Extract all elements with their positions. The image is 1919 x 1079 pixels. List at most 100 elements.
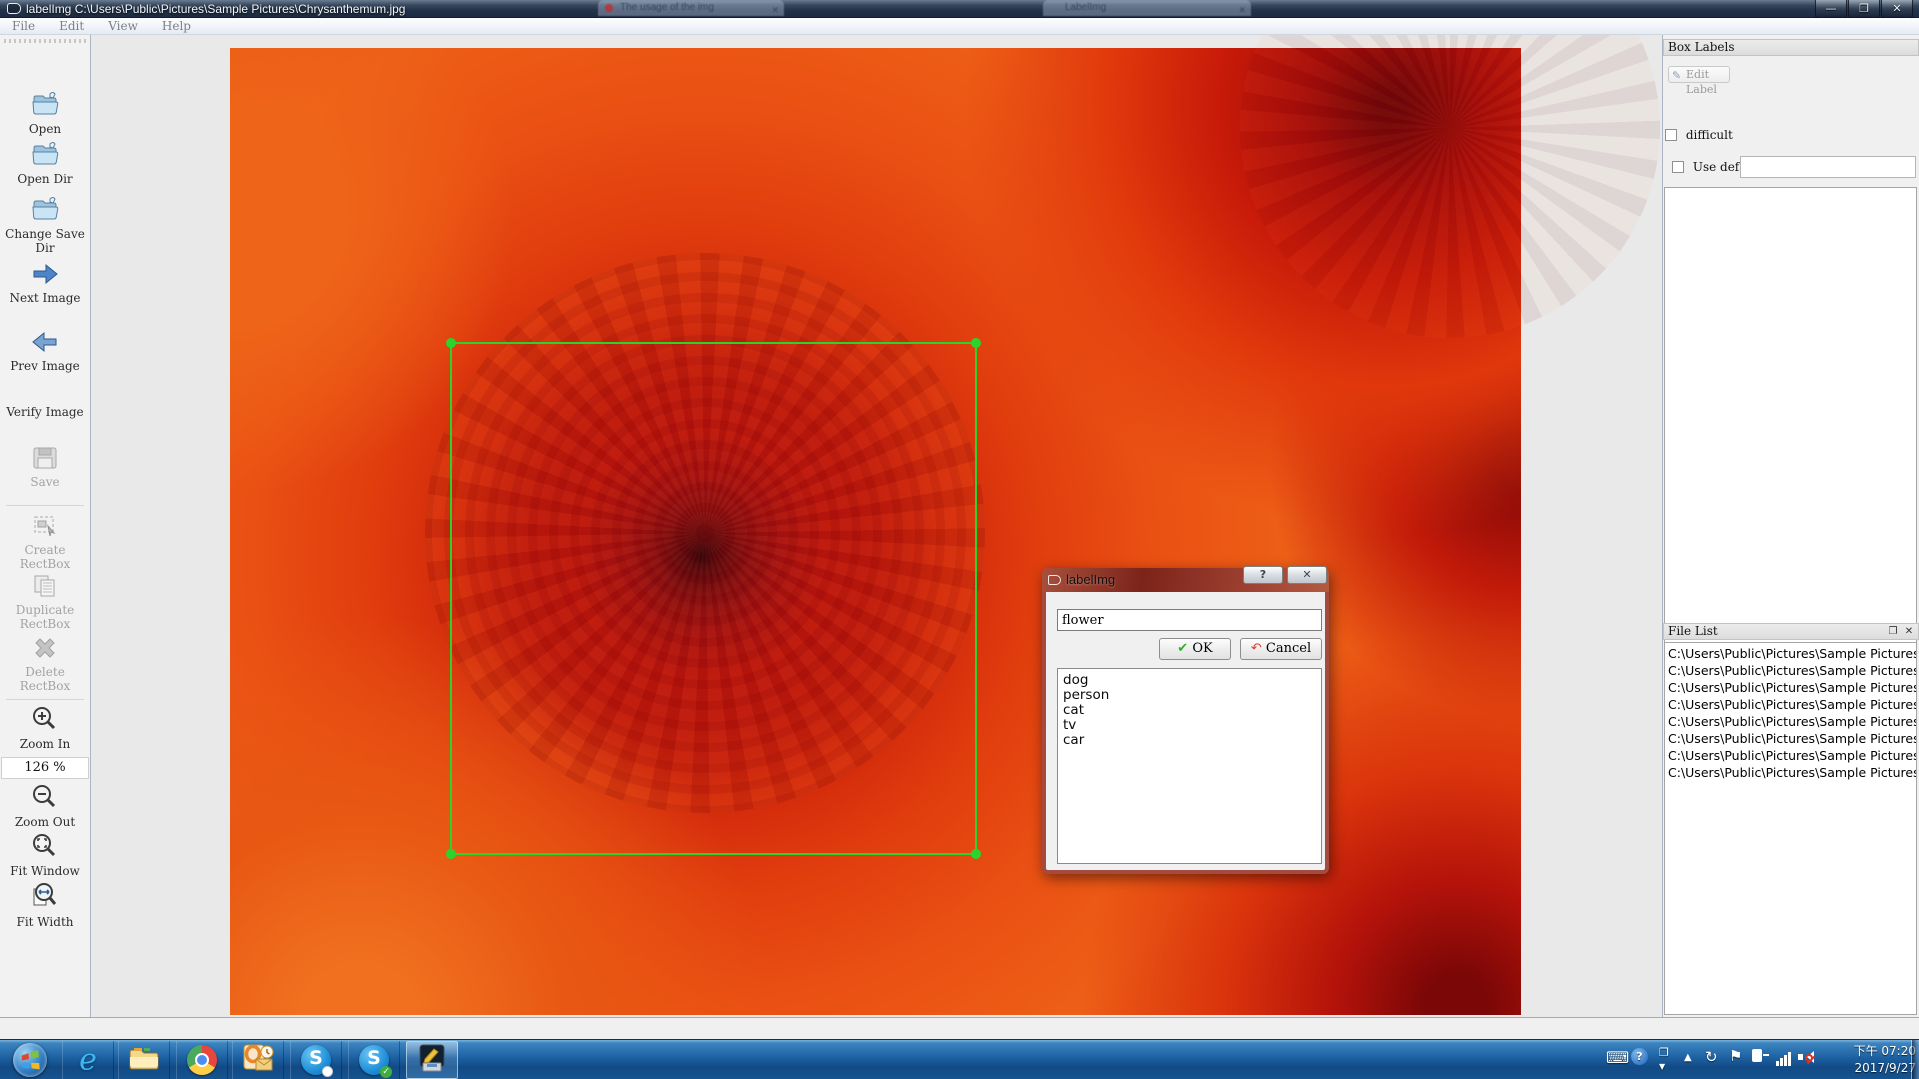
taskbar-clock[interactable]: 下午 07:20 2017/9/27 [1824, 1043, 1916, 1077]
verify-image-button[interactable]: Verify Image [0, 405, 90, 419]
default-label-input[interactable] [1740, 156, 1916, 178]
show-hidden-icons-arrow[interactable]: ▲ [1684, 1052, 1692, 1063]
bbox-handle-bottomright[interactable] [971, 849, 981, 859]
tab-label: LabelImg [1065, 2, 1106, 13]
taskbar-labelimg-active[interactable] [406, 1041, 458, 1079]
dialog-titlebar[interactable]: labelImg ? ✕ [1042, 568, 1329, 592]
label-option[interactable]: cat [1058, 703, 1321, 718]
taskbar-chrome[interactable] [176, 1041, 228, 1079]
bbox-handle-topleft[interactable] [446, 338, 456, 348]
change-save-dir-label: Change Save Dir [0, 227, 90, 255]
create-rectbox-button[interactable]: Create RectBox [0, 513, 90, 571]
fit-window-label: Fit Window [0, 864, 90, 878]
taskbar-internet-explorer[interactable]: e [62, 1041, 114, 1079]
restore-button[interactable]: ❐ [1848, 0, 1880, 19]
tab-close-icon: ✕ [771, 2, 779, 16]
menu-view[interactable]: View [96, 18, 150, 34]
taskbar-skype-1[interactable]: S [290, 1041, 342, 1079]
use-default-label-checkbox[interactable] [1672, 161, 1684, 173]
fit-width-icon [30, 881, 60, 911]
menu-edit[interactable]: Edit [47, 18, 96, 34]
label-options-list[interactable]: dog person cat tv car [1057, 668, 1322, 864]
open-button[interactable]: Open [0, 90, 90, 136]
taskbar-windows-explorer[interactable] [118, 1041, 170, 1079]
edit-label-button[interactable]: ✎ Edit Label [1668, 66, 1730, 83]
edit-label-text: Edit Label [1686, 68, 1717, 96]
file-list-item[interactable]: C:\Users\Public\Pictures\Sample Pictures… [1665, 662, 1916, 679]
image-canvas[interactable] [91, 35, 1662, 1017]
change-save-dir-button[interactable]: Change Save Dir [0, 195, 90, 255]
show-desktop-button[interactable] [1911, 1040, 1919, 1079]
fit-width-button[interactable]: Fit Width [0, 881, 90, 929]
cancel-button[interactable]: ↶ Cancel [1240, 638, 1322, 660]
create-rectbox-icon [31, 513, 59, 539]
window-restore-tray-icon[interactable]: ❐▼ [1659, 1046, 1669, 1072]
outlook-icon [242, 1043, 274, 1077]
zoom-out-button[interactable]: Zoom Out [0, 783, 90, 829]
box-labels-dock-title[interactable]: Box Labels [1663, 39, 1919, 56]
difficult-checkbox[interactable] [1665, 129, 1677, 141]
label-option[interactable]: car [1058, 733, 1321, 748]
menu-file[interactable]: File [0, 18, 47, 34]
float-panel-icon[interactable]: ❐ [1886, 625, 1900, 639]
tab-favicon [605, 4, 613, 12]
file-list-item[interactable]: C:\Users\Public\Pictures\Sample Pictures… [1665, 730, 1916, 747]
sync-tray-icon[interactable]: ↻ [1705, 1048, 1718, 1066]
zoom-in-label: Zoom In [0, 737, 90, 751]
zoom-in-button[interactable]: Zoom In [0, 705, 90, 751]
next-image-label: Next Image [0, 291, 90, 305]
keyboard-input-icon[interactable]: ⌨ [1606, 1048, 1629, 1067]
label-text-input[interactable] [1057, 609, 1322, 631]
fit-width-label: Fit Width [0, 915, 90, 929]
internet-explorer-icon: e [79, 1043, 97, 1078]
prev-image-button[interactable]: Prev Image [0, 329, 90, 373]
file-list-item[interactable]: C:\Users\Public\Pictures\Sample Pictures… [1665, 764, 1916, 781]
ok-button[interactable]: ✔ OK [1159, 638, 1231, 660]
dialog-help-button[interactable]: ? [1243, 566, 1283, 584]
next-image-button[interactable]: Next Image [0, 261, 90, 305]
taskbar-skype-2[interactable]: S ✓ [348, 1041, 400, 1079]
file-list-item[interactable]: C:\Users\Public\Pictures\Sample Pictures… [1665, 645, 1916, 662]
toolbar-separator [6, 505, 84, 506]
file-list-item[interactable]: C:\Users\Public\Pictures\Sample Pictures… [1665, 679, 1916, 696]
bbox-handle-bottomleft[interactable] [446, 849, 456, 859]
menu-help[interactable]: Help [150, 18, 203, 34]
dialog-close-button[interactable]: ✕ [1287, 566, 1327, 584]
label-option[interactable]: tv [1058, 718, 1321, 733]
network-signal-icon[interactable] [1776, 1050, 1792, 1066]
difficult-label: difficult [1686, 128, 1733, 142]
close-button[interactable]: ✕ [1881, 0, 1913, 19]
difficult-checkbox-row[interactable]: difficult [1665, 128, 1733, 142]
power-plug-icon[interactable] [1752, 1049, 1769, 1066]
tool-sidebar: Open Open Dir Change Save Dir Next Image… [0, 35, 91, 1017]
help-tray-icon[interactable]: ? [1631, 1048, 1648, 1065]
file-list-item[interactable]: C:\Users\Public\Pictures\Sample Pictures… [1665, 713, 1916, 730]
file-list[interactable]: C:\Users\Public\Pictures\Sample Pictures… [1664, 642, 1917, 1015]
labelimg-dialog-icon [1048, 575, 1061, 585]
bounding-box[interactable] [450, 342, 977, 855]
action-center-flag-icon[interactable]: ⚑ [1729, 1047, 1742, 1065]
label-option[interactable]: person [1058, 688, 1321, 703]
open-dir-button[interactable]: Open Dir [0, 140, 90, 186]
file-list-item[interactable]: C:\Users\Public\Pictures\Sample Pictures… [1665, 696, 1916, 713]
delete-rectbox-button[interactable]: Delete RectBox [0, 635, 90, 693]
bbox-handle-topright[interactable] [971, 338, 981, 348]
duplicate-rectbox-button[interactable]: Duplicate RectBox [0, 573, 90, 631]
file-list-dock-title[interactable]: File List ❐ ✕ [1663, 623, 1919, 640]
taskbar-outlook[interactable] [232, 1041, 284, 1079]
minimize-button[interactable]: — [1815, 0, 1847, 19]
close-panel-icon[interactable]: ✕ [1902, 625, 1916, 639]
zoom-percent-input[interactable]: 126 % [1, 757, 89, 779]
volume-muted-icon[interactable] [1798, 1050, 1814, 1064]
fit-window-button[interactable]: Fit Window [0, 832, 90, 878]
tab-close-icon: ✕ [1238, 2, 1246, 16]
toolbar-drag-handle[interactable] [4, 39, 86, 43]
start-button[interactable] [4, 1041, 56, 1079]
clock-date: 2017/9/27 [1824, 1060, 1916, 1077]
box-labels-list[interactable] [1664, 187, 1917, 653]
file-list-item[interactable]: C:\Users\Public\Pictures\Sample Pictures… [1665, 747, 1916, 764]
label-option[interactable]: dog [1058, 673, 1321, 688]
zoom-out-icon [30, 783, 60, 811]
right-dock-panel: Box Labels ✎ Edit Label difficult Use de… [1662, 35, 1919, 1017]
save-button[interactable]: Save [0, 445, 90, 489]
